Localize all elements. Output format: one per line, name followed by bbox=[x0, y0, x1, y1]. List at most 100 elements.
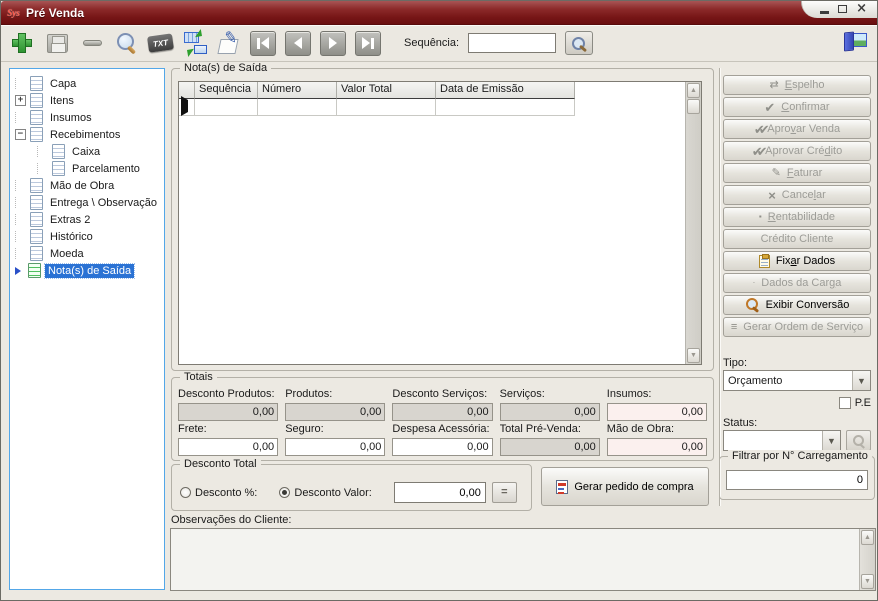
gerar-pedido-compra-button[interactable]: Gerar pedido de compra bbox=[541, 467, 709, 506]
desconto-produtos-label: Desconto Produtos: bbox=[178, 388, 275, 400]
faturar-button[interactable]: ✎ Faturar bbox=[723, 163, 871, 183]
servicos-field: 0,00 bbox=[499, 403, 600, 421]
frete-field[interactable]: 0,00 bbox=[178, 438, 279, 456]
apply-desconto-button[interactable]: = bbox=[491, 482, 517, 503]
mirror-icon: ⇄ bbox=[769, 78, 779, 91]
desconto-percent-label: Desconto %: bbox=[195, 486, 258, 499]
exibir-conversao-button[interactable]: Exibir Conversão bbox=[723, 295, 871, 315]
dados-da-carga-button[interactable]: · Dados da Carga bbox=[723, 273, 871, 293]
nav-prev-button[interactable] bbox=[285, 30, 311, 56]
rentabilidade-button[interactable]: ▪ Rentabilidade bbox=[723, 207, 871, 227]
chevron-down-icon[interactable]: ▼ bbox=[822, 431, 840, 450]
document-icon bbox=[52, 144, 65, 159]
tree-item-moeda[interactable]: Moeda bbox=[10, 245, 164, 262]
desconto-percent-radio[interactable] bbox=[180, 487, 191, 498]
document-icon bbox=[30, 229, 43, 244]
filtrar-carregamento-input[interactable] bbox=[726, 470, 868, 490]
tree-item-recebimentos[interactable]: − Recebimentos bbox=[10, 126, 164, 143]
total-pre-venda-label: Total Pré-Venda: bbox=[499, 423, 581, 435]
window-controls: × bbox=[801, 1, 877, 18]
pe-checkbox[interactable] bbox=[838, 397, 851, 409]
transfer-button[interactable] bbox=[180, 29, 209, 57]
nav-last-button[interactable] bbox=[355, 30, 381, 56]
tree-item-entrega-observacao[interactable]: Entrega \ Observação bbox=[10, 194, 164, 211]
tipo-label: Tipo: bbox=[723, 357, 748, 369]
grid-col-sequencia[interactable]: Sequência bbox=[195, 82, 258, 99]
status-search-button[interactable] bbox=[846, 430, 871, 451]
sequencia-input[interactable] bbox=[468, 33, 557, 53]
document-icon bbox=[30, 178, 43, 193]
tree-item-itens[interactable]: + Itens bbox=[10, 92, 164, 109]
seguro-label: Seguro: bbox=[285, 423, 324, 435]
tree-item-insumos[interactable]: Insumos bbox=[10, 109, 164, 126]
tree-item-notas-de-saida[interactable]: Nota(s) de Saída bbox=[10, 262, 164, 279]
totais-group: Totais Desconto Produtos: Produtos: Desc… bbox=[171, 371, 714, 461]
filtrar-group-title: Filtrar por N° Carregamento bbox=[728, 450, 872, 462]
seguro-field[interactable]: 0,00 bbox=[285, 438, 386, 456]
grid-col-valor-total[interactable]: Valor Total bbox=[337, 82, 436, 99]
export-txt-button[interactable]: TXT bbox=[146, 30, 174, 56]
collapse-minus-icon[interactable]: − bbox=[15, 129, 26, 140]
notes-icon bbox=[28, 263, 41, 278]
scroll-down-button[interactable]: ▼ bbox=[687, 348, 700, 363]
tree-item-mao-de-obra[interactable]: Mão de Obra bbox=[10, 177, 164, 194]
grid-vertical-scrollbar[interactable]: ▲ ▼ bbox=[685, 82, 701, 364]
totais-group-title: Totais bbox=[180, 371, 217, 383]
chevron-down-icon[interactable]: ▼ bbox=[852, 371, 870, 390]
gerar-ordem-servico-button[interactable]: ≡ Gerar Ordem de Serviço bbox=[723, 317, 871, 337]
despesa-acessoria-field[interactable]: 0,00 bbox=[392, 438, 493, 456]
document-icon bbox=[30, 93, 43, 108]
selected-arrow-icon bbox=[15, 266, 25, 275]
despesa-acessoria-label: Despesa Acessória: bbox=[392, 423, 490, 435]
list-icon: ≡ bbox=[730, 320, 738, 333]
grid-col-numero[interactable]: Número bbox=[258, 82, 337, 99]
nav-first-button[interactable] bbox=[250, 30, 276, 56]
find-sequencia-button[interactable] bbox=[565, 31, 594, 55]
document-icon bbox=[30, 246, 43, 261]
desconto-valor-radio[interactable] bbox=[279, 487, 291, 498]
document-icon bbox=[30, 76, 43, 91]
tree-item-capa[interactable]: Capa bbox=[10, 75, 164, 92]
expand-plus-icon[interactable]: + bbox=[15, 95, 26, 106]
row-selector-cell bbox=[179, 96, 195, 116]
cancelar-button[interactable]: × Cancelar bbox=[723, 185, 871, 205]
grid-empty-row[interactable] bbox=[179, 96, 575, 116]
aprovar-venda-button[interactable]: ✔✔ Aprovar Venda bbox=[723, 119, 871, 139]
tipo-combobox[interactable]: Orçamento ▼ bbox=[723, 370, 871, 391]
sequencia-label: Sequência: bbox=[404, 37, 460, 49]
screen-icon bbox=[194, 45, 207, 54]
close-button[interactable]: × bbox=[856, 2, 867, 15]
next-icon bbox=[329, 37, 337, 49]
save-button[interactable] bbox=[44, 30, 70, 56]
produtos-field: 0,00 bbox=[285, 403, 386, 421]
exit-button[interactable] bbox=[841, 30, 869, 56]
minimize-button[interactable] bbox=[820, 10, 830, 14]
maximize-button[interactable] bbox=[838, 4, 848, 13]
grid-col-data-emissao[interactable]: Data de Emissão bbox=[436, 82, 575, 99]
nav-next-button[interactable] bbox=[320, 30, 346, 56]
tree-item-extras-2[interactable]: Extras 2 bbox=[10, 211, 164, 228]
clipboard-icon bbox=[758, 253, 770, 268]
navigation-tree: Capa + Itens Insumos − Recebimentos Caixa … bbox=[9, 68, 165, 590]
row-marker-icon bbox=[181, 96, 192, 116]
espelho-button[interactable]: ⇄ Espelho bbox=[723, 75, 871, 95]
scroll-up-button[interactable]: ▲ bbox=[687, 83, 700, 98]
search-button[interactable] bbox=[114, 31, 138, 55]
aprovar-credito-button[interactable]: ✔✔ Aprovar Crédito bbox=[723, 141, 871, 161]
tree-item-parcelamento[interactable]: Parcelamento bbox=[10, 160, 164, 177]
exit-door-icon bbox=[844, 31, 854, 52]
tree-item-historico[interactable]: Histórico bbox=[10, 228, 164, 245]
edit-button[interactable] bbox=[217, 31, 241, 55]
delete-button[interactable] bbox=[79, 30, 105, 56]
insumos-field: 0,00 bbox=[606, 403, 707, 421]
notas-grid[interactable]: Sequência Número Valor Total Data de Emi… bbox=[178, 81, 702, 365]
confirmar-button[interactable]: ✔ Confirmar bbox=[723, 97, 871, 117]
total-pre-venda-field: 0,00 bbox=[499, 438, 600, 456]
credito-cliente-button[interactable]: Crédito Cliente bbox=[723, 229, 871, 249]
fixar-dados-button[interactable]: Fixar Dados bbox=[723, 251, 871, 271]
desconto-valor-input[interactable] bbox=[393, 482, 486, 503]
tree-item-caixa[interactable]: Caixa bbox=[10, 143, 164, 160]
scroll-thumb[interactable] bbox=[687, 99, 700, 114]
add-button[interactable] bbox=[9, 30, 35, 56]
status-combobox[interactable]: ▼ bbox=[723, 430, 841, 451]
